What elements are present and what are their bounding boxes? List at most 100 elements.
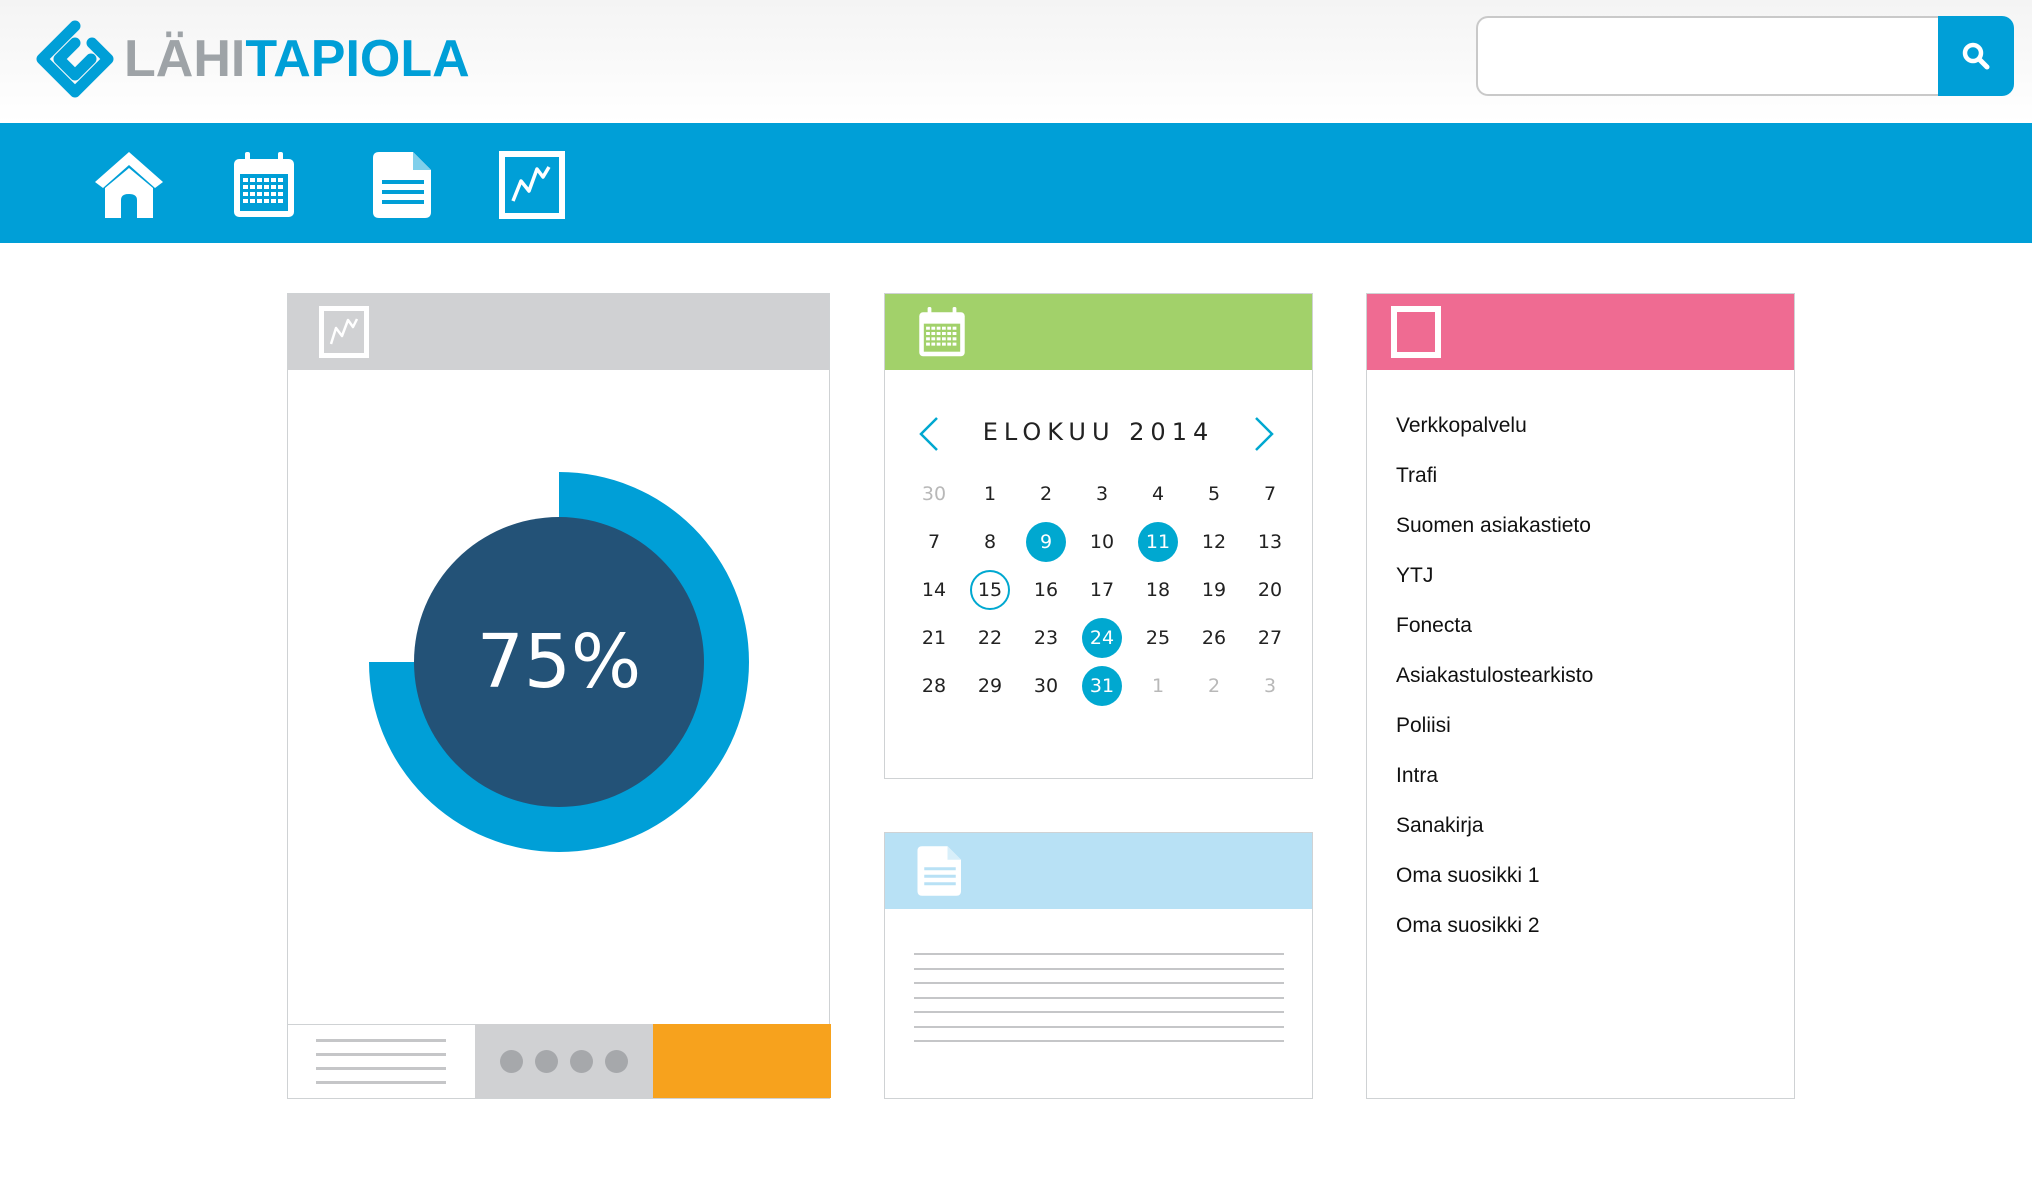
calendar-day-number: 3 bbox=[1095, 483, 1109, 505]
calendar-day[interactable]: 18 bbox=[1130, 566, 1186, 614]
calendar-day-number: 24 bbox=[1082, 618, 1122, 658]
search-box bbox=[1476, 16, 2014, 96]
chart-icon bbox=[499, 151, 565, 219]
calendar-day[interactable]: 30 bbox=[1018, 662, 1074, 710]
link-item[interactable]: Asiakastulostearkisto bbox=[1396, 664, 1766, 714]
document-card-header bbox=[885, 833, 1312, 909]
link-item[interactable]: Sanakirja bbox=[1396, 814, 1766, 864]
progress-card-footer bbox=[288, 1024, 831, 1098]
footer-orange-tab[interactable] bbox=[653, 1024, 831, 1098]
calendar-day[interactable]: 28 bbox=[906, 662, 962, 710]
calendar-day[interactable]: 26 bbox=[1186, 614, 1242, 662]
calendar-day-number: 27 bbox=[1257, 627, 1283, 649]
nav-home[interactable] bbox=[89, 145, 169, 225]
calendar-week-row: 14 15 16 17 18 19 20 bbox=[906, 566, 1298, 614]
calendar-day[interactable]: 1 bbox=[1130, 662, 1186, 710]
calendar-day-number: 9 bbox=[1026, 522, 1066, 562]
calendar-day[interactable]: 3 bbox=[1074, 470, 1130, 518]
calendar-day-number: 15 bbox=[970, 570, 1010, 610]
calendar-day-number: 13 bbox=[1257, 531, 1283, 553]
calendar-day[interactable]: 7 bbox=[1242, 470, 1298, 518]
more-dot-icon bbox=[535, 1049, 558, 1073]
link-item[interactable]: Intra bbox=[1396, 764, 1766, 814]
calendar-day-selected[interactable]: 31 bbox=[1074, 662, 1130, 710]
calendar-day[interactable]: 20 bbox=[1242, 566, 1298, 614]
calendar-week-row: 28 29 30 31 1 2 3 bbox=[906, 662, 1298, 710]
calendar-day-selected[interactable]: 9 bbox=[1018, 518, 1074, 566]
chevron-right-icon[interactable] bbox=[1248, 414, 1278, 454]
calendar-day[interactable]: 5 bbox=[1186, 470, 1242, 518]
calendar-day[interactable]: 13 bbox=[1242, 518, 1298, 566]
calendar-day-today[interactable]: 15 bbox=[962, 566, 1018, 614]
link-item[interactable]: Poliisi bbox=[1396, 714, 1766, 764]
calendar-day[interactable]: 29 bbox=[962, 662, 1018, 710]
calendar-day[interactable]: 10 bbox=[1074, 518, 1130, 566]
link-item[interactable]: Oma suosikki 1 bbox=[1396, 864, 1766, 914]
calendar-day[interactable]: 7 bbox=[906, 518, 962, 566]
calendar-day-selected[interactable]: 11 bbox=[1130, 518, 1186, 566]
more-dot-icon bbox=[605, 1049, 628, 1073]
magnifier-icon bbox=[1962, 42, 1990, 70]
calendar-title-row: ELOKUU 2014 bbox=[885, 414, 1312, 451]
calendar-card-header bbox=[885, 294, 1312, 370]
calendar-day-number: 22 bbox=[977, 627, 1003, 649]
nav-calendar[interactable] bbox=[224, 145, 304, 225]
calendar-week-row: 30 1 2 3 4 5 7 bbox=[906, 470, 1298, 518]
link-item[interactable]: Oma suosikki 2 bbox=[1396, 914, 1766, 964]
calendar-icon[interactable] bbox=[917, 305, 967, 359]
document-card bbox=[884, 832, 1313, 1099]
calendar-day-number: 2 bbox=[1207, 675, 1221, 697]
calendar-day[interactable]: 16 bbox=[1018, 566, 1074, 614]
link-item[interactable]: Suomen asiakastieto bbox=[1396, 514, 1766, 564]
calendar-day-number: 8 bbox=[983, 531, 997, 553]
link-item[interactable]: Fonecta bbox=[1396, 614, 1766, 664]
progress-label: 75% bbox=[477, 619, 641, 705]
footer-more-tab[interactable] bbox=[475, 1024, 653, 1098]
calendar-day[interactable]: 4 bbox=[1130, 470, 1186, 518]
calendar-day-number: 19 bbox=[1201, 579, 1227, 601]
calendar-day[interactable]: 19 bbox=[1186, 566, 1242, 614]
calendar-day-number: 16 bbox=[1033, 579, 1059, 601]
link-item[interactable]: Verkkopalvelu bbox=[1396, 414, 1766, 464]
search-button[interactable] bbox=[1938, 16, 2014, 96]
calendar-day-number: 29 bbox=[977, 675, 1003, 697]
calendar-day[interactable]: 2 bbox=[1186, 662, 1242, 710]
calendar-day[interactable]: 25 bbox=[1130, 614, 1186, 662]
calendar-day[interactable]: 27 bbox=[1242, 614, 1298, 662]
calendar-day-number: 1 bbox=[983, 483, 997, 505]
footer-list-tab[interactable] bbox=[288, 1024, 475, 1098]
calendar-day-number: 1 bbox=[1151, 675, 1165, 697]
calendar-day-number: 18 bbox=[1145, 579, 1171, 601]
square-icon[interactable] bbox=[1391, 306, 1441, 358]
document-icon[interactable] bbox=[916, 844, 964, 898]
calendar-day-number: 30 bbox=[921, 483, 947, 505]
calendar-day[interactable]: 30 bbox=[906, 470, 962, 518]
calendar-day[interactable]: 8 bbox=[962, 518, 1018, 566]
more-dot-icon bbox=[570, 1049, 593, 1073]
calendar-day[interactable]: 2 bbox=[1018, 470, 1074, 518]
logo-mark-icon bbox=[36, 20, 114, 98]
calendar-day-selected[interactable]: 24 bbox=[1074, 614, 1130, 662]
link-item[interactable]: Trafi bbox=[1396, 464, 1766, 514]
progress-card-header bbox=[288, 294, 829, 370]
calendar-day[interactable]: 17 bbox=[1074, 566, 1130, 614]
calendar-day[interactable]: 3 bbox=[1242, 662, 1298, 710]
link-item[interactable]: YTJ bbox=[1396, 564, 1766, 614]
nav-chart[interactable] bbox=[492, 145, 572, 225]
calendar-day[interactable]: 1 bbox=[962, 470, 1018, 518]
lahitapiola-logo[interactable]: LÄHITAPIOLA bbox=[34, 18, 470, 100]
calendar-day-number: 23 bbox=[1033, 627, 1059, 649]
links-card-header bbox=[1367, 294, 1794, 370]
calendar-day[interactable]: 23 bbox=[1018, 614, 1074, 662]
nav-document[interactable] bbox=[363, 145, 443, 225]
calendar-day[interactable]: 12 bbox=[1186, 518, 1242, 566]
chart-icon[interactable] bbox=[319, 306, 369, 358]
calendar-day[interactable]: 21 bbox=[906, 614, 962, 662]
calendar-day[interactable]: 22 bbox=[962, 614, 1018, 662]
progress-donut: 75% bbox=[369, 472, 749, 852]
top-header: LÄHITAPIOLA bbox=[0, 0, 2032, 123]
calendar-day-number: 3 bbox=[1263, 675, 1277, 697]
calendar-day[interactable]: 14 bbox=[906, 566, 962, 614]
search-input[interactable] bbox=[1476, 16, 1958, 96]
calendar-day-number: 21 bbox=[921, 627, 947, 649]
